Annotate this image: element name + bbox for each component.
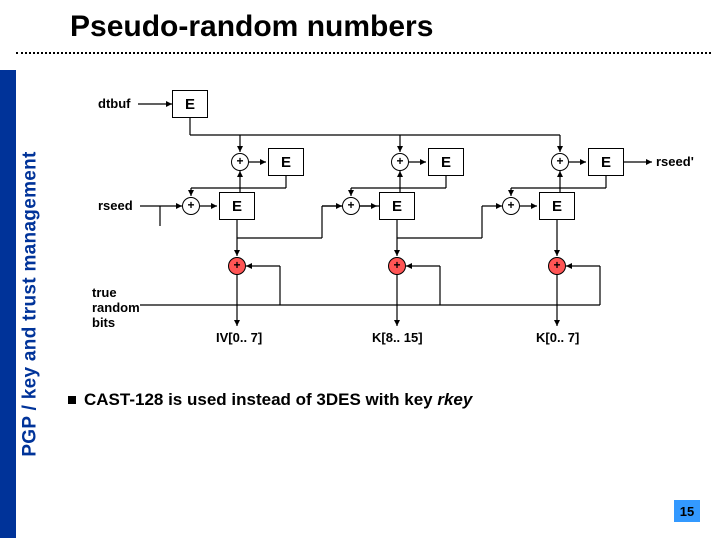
label-true-random-bits: truerandombits xyxy=(92,286,140,331)
xor-b1: + xyxy=(228,257,246,275)
xor-u2: + xyxy=(391,153,409,171)
bullet-text: CAST-128 is used instead of 3DES with ke… xyxy=(68,390,472,410)
label-rseed-prime: rseed' xyxy=(656,154,694,169)
diagram: dtbuf rseed truerandombits rseed' E + E … xyxy=(60,80,700,360)
e-box-l2: E xyxy=(379,192,415,220)
label-rseed: rseed xyxy=(98,198,133,213)
label-dtbuf: dtbuf xyxy=(98,96,130,111)
e-box-u2: E xyxy=(428,148,464,176)
label-k1: K[8.. 15] xyxy=(372,330,423,345)
xor-u3: + xyxy=(551,153,569,171)
title-underline xyxy=(16,52,711,54)
bullet-icon xyxy=(68,396,76,404)
e-box-l3: E xyxy=(539,192,575,220)
xor-u1: + xyxy=(231,153,249,171)
e-box-l1: E xyxy=(219,192,255,220)
xor-l3: + xyxy=(502,197,520,215)
slide: Pseudo-random numbers PGP / key and trus… xyxy=(0,0,720,540)
xor-l1: + xyxy=(182,197,200,215)
page-number: 15 xyxy=(674,500,700,522)
e-box-top: E xyxy=(172,90,208,118)
e-box-u3: E xyxy=(588,148,624,176)
label-k2: K[0.. 7] xyxy=(536,330,579,345)
slide-title: Pseudo-random numbers xyxy=(70,10,433,44)
sidebar-tag: PGP / key and trust management xyxy=(16,70,46,538)
diagram-lines xyxy=(60,80,700,360)
e-box-u1: E xyxy=(268,148,304,176)
xor-l2: + xyxy=(342,197,360,215)
sidebar-accent xyxy=(0,70,16,538)
sidebar-label: PGP / key and trust management xyxy=(20,151,42,456)
label-iv: IV[0.. 7] xyxy=(216,330,262,345)
xor-b3: + xyxy=(548,257,566,275)
xor-b2: + xyxy=(388,257,406,275)
